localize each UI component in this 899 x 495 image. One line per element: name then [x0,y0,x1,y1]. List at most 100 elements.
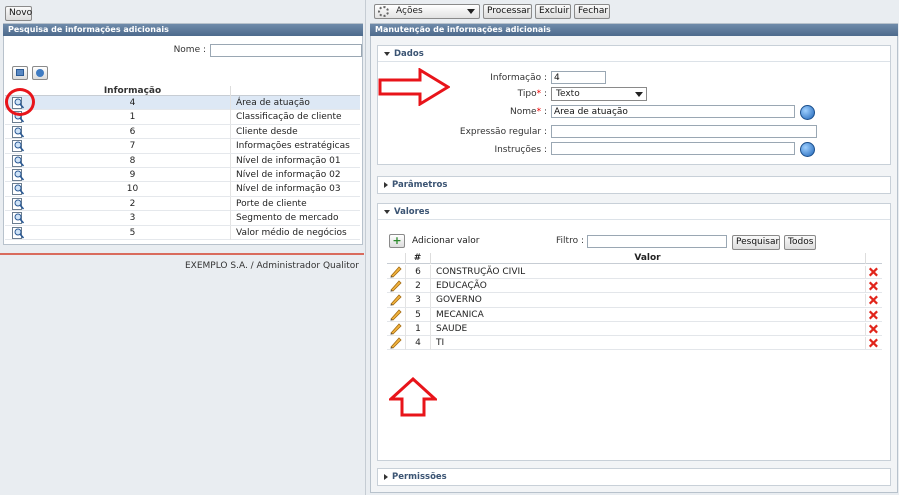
globe-help-icon[interactable] [800,142,815,157]
valor-text: MECANICA [430,307,484,322]
dados-title: Dados [394,49,424,59]
valor-row[interactable]: 2 EDUCAÇÃO [387,279,882,294]
row-number: 2 [129,198,136,209]
left-divider [0,253,364,255]
permissoes-title: Permissões [392,472,447,482]
magnifier-icon[interactable] [12,226,25,239]
tipo-select[interactable]: Texto [551,87,647,101]
excluir-button[interactable]: Excluir [535,4,571,19]
pencil-icon[interactable] [389,280,403,292]
add-valor-label[interactable]: Adicionar valor [412,236,480,246]
parametros-section[interactable]: Parâmetros [377,176,891,194]
filtro-label: Filtro : [556,236,584,246]
permissoes-header[interactable]: Permissões [378,469,890,485]
magnifier-icon[interactable] [12,125,25,138]
col-valor[interactable]: Valor [430,253,865,264]
valor-row[interactable]: 6 CONSTRUÇÃO CIVIL [387,265,882,280]
tipo-value: Texto [556,89,580,99]
magnifier-icon[interactable] [12,197,25,210]
tipo-label: Tipo* : [517,89,547,99]
parametros-header[interactable]: Parâmetros [378,177,890,193]
delete-x-icon[interactable] [865,322,879,335]
acoes-select[interactable]: Ações [374,4,480,19]
valor-number: 4 [405,336,430,350]
row-text: Nível de informação 02 [230,168,341,182]
valor-row[interactable]: 1 SAUDE [387,321,882,336]
novo-button[interactable]: Novo [5,6,32,21]
row-text: Área de atuação [230,96,310,110]
valor-row[interactable]: 4 TI [387,336,882,351]
table-row[interactable]: 6 Cliente desde [5,124,360,140]
magnifier-icon[interactable] [12,154,25,167]
row-text: Classificação de cliente [230,110,342,125]
informacao-field[interactable] [551,71,606,84]
table-row[interactable]: 4 Área de atuação [5,96,360,111]
table-row[interactable]: 8 Nível de informação 01 [5,153,360,168]
nome-field[interactable] [551,105,795,118]
annotation-right-arrow [378,68,450,106]
valores-header[interactable]: Valores [378,204,890,220]
expand-arrow-icon [384,181,388,188]
valor-row[interactable]: 3 GOVERNO [387,293,882,308]
pencil-icon[interactable] [389,323,403,335]
dados-header[interactable]: Dados [378,46,890,62]
table-row[interactable]: 9 Nível de informação 02 [5,168,360,183]
annotation-circle [5,88,35,116]
instrucoes-field[interactable] [551,142,795,155]
globe-help-icon[interactable] [800,105,815,120]
filtro-field[interactable] [587,235,727,248]
footer-text: EXEMPLO S.A. / Administrador Qualitor [185,261,359,271]
globe-icon[interactable] [32,66,48,80]
col-informacao[interactable]: Informação [35,86,230,96]
processar-button[interactable]: Processar [483,4,532,19]
col-num[interactable]: # [405,253,430,264]
dropdown-arrow-icon [635,92,643,97]
delete-x-icon[interactable] [865,266,879,278]
grid-header: Informação [5,86,360,96]
expressao-field[interactable] [551,125,817,138]
valor-text: SAUDE [430,321,467,336]
magnifier-icon[interactable] [12,169,25,181]
nome-search-label: Nome : [173,45,206,55]
valor-row[interactable]: 5 MECANICA [387,307,882,322]
table-row[interactable]: 10 Nível de informação 03 [5,182,360,197]
pencil-icon[interactable] [389,266,403,278]
row-text: Valor médio de negócios [230,225,347,240]
table-row[interactable]: 1 Classificação de cliente [5,110,360,125]
row-text: Informações estratégicas [230,139,350,154]
magnifier-icon[interactable] [12,183,25,196]
delete-x-icon[interactable] [865,337,879,349]
valor-number: 1 [405,321,430,336]
delete-x-icon[interactable] [865,280,879,293]
todos-button[interactable]: Todos [784,235,816,250]
collapse-arrow-icon [384,51,390,56]
table-row[interactable]: 7 Informações estratégicas [5,139,360,154]
expand-arrow-icon [384,473,388,480]
pesquisar-button[interactable]: Pesquisar [732,235,780,250]
valor-text: TI [430,336,444,350]
table-row[interactable]: 5 Valor médio de negócios [5,225,360,240]
pencil-icon[interactable] [389,294,403,307]
valor-number: 3 [405,293,430,308]
nome-search-input[interactable] [210,44,362,57]
collapse-arrow-icon [384,209,390,214]
magnifier-icon[interactable] [12,140,25,153]
pencil-icon[interactable] [389,337,403,349]
permissoes-section[interactable]: Permissões [377,468,891,486]
delete-x-icon[interactable] [865,308,879,321]
fechar-button[interactable]: Fechar [574,4,610,19]
export-icon[interactable] [12,66,28,80]
delete-x-icon[interactable] [865,294,879,307]
gear-icon [378,6,389,17]
table-row[interactable]: 3 Segmento de mercado [5,211,360,226]
expressao-label: Expressão regular : [459,127,547,137]
pencil-icon[interactable] [389,309,403,321]
valor-text: GOVERNO [430,293,482,308]
dropdown-arrow-icon [467,9,475,14]
informacao-label: Informação : [490,73,547,83]
add-plus-icon[interactable]: + [389,234,405,248]
table-row[interactable]: 2 Porte de cliente [5,196,360,212]
left-pane: Novo Pesquisa de informações adicionais … [0,0,364,495]
magnifier-icon[interactable] [12,212,25,225]
row-text: Nível de informação 01 [230,153,341,168]
